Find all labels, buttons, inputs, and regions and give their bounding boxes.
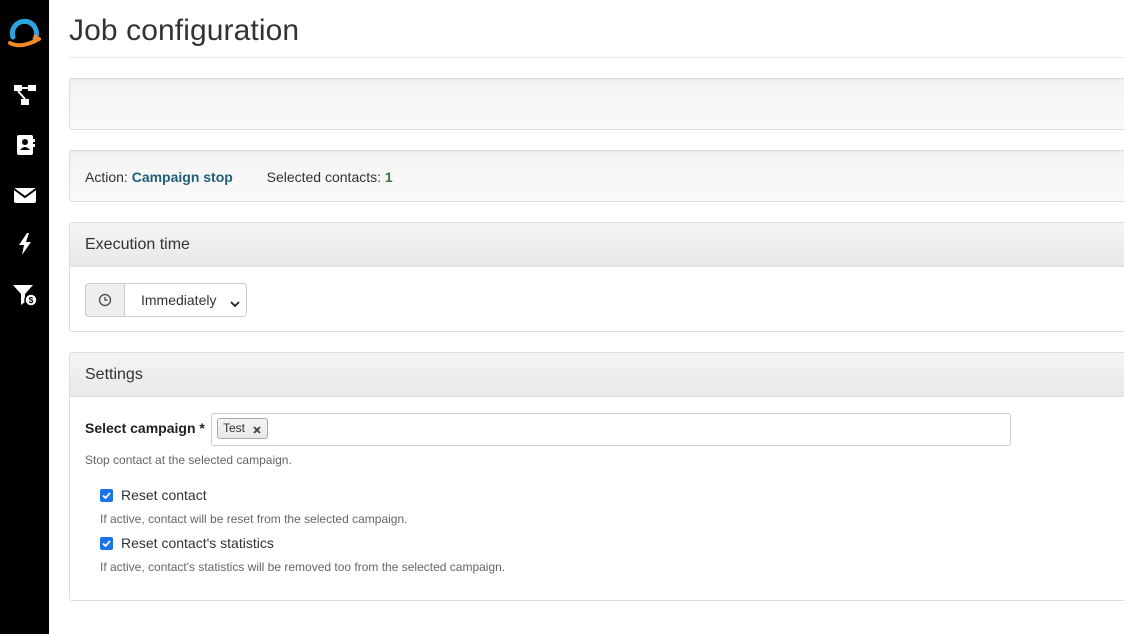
action-value: Campaign stop	[131, 169, 233, 185]
sidebar-item-contacts[interactable]	[0, 125, 49, 165]
page-title: Job configuration	[69, 14, 300, 47]
execution-time-heading: Execution time	[70, 223, 1124, 267]
campaign-tag-label: Test	[223, 421, 246, 435]
reset-stats-row: Reset contact's statistics	[100, 535, 274, 551]
title-divider	[69, 57, 1124, 58]
selected-contacts-label: Selected contacts:	[266, 169, 382, 185]
action-summary: Action: Campaign stop Selected contacts:…	[69, 150, 1124, 202]
sidebar-item-messages[interactable]	[0, 175, 49, 215]
execution-time-selected: Immediately	[141, 292, 217, 308]
settings-heading: Settings	[70, 353, 1124, 397]
contacts-icon	[12, 132, 38, 158]
campaign-help-text: Stop contact at the selected campaign.	[85, 453, 292, 467]
select-campaign-label: Select campaign *	[85, 420, 205, 436]
campaign-multiselect[interactable]: Test	[211, 413, 1011, 446]
reset-stats-checkbox[interactable]	[100, 536, 113, 550]
selected-contacts-count: 1	[384, 169, 393, 185]
reset-contact-help-text: If active, contact will be reset from th…	[100, 512, 408, 526]
funnel-dollar-icon: $	[12, 282, 38, 308]
sidebar-item-funnels[interactable]: $	[0, 275, 49, 315]
sidebar: $	[0, 0, 49, 634]
main-content: Job configuration Action: Campaign stop …	[69, 0, 1124, 634]
execution-time-input-group: Immediately	[85, 283, 247, 317]
reset-contact-checkbox[interactable]	[100, 488, 113, 502]
chevron-down-icon	[230, 296, 240, 308]
lightning-icon	[12, 231, 38, 257]
close-icon[interactable]	[251, 423, 263, 435]
reset-contact-label: Reset contact	[121, 487, 207, 503]
execution-time-panel: Execution time Immediately	[69, 222, 1124, 332]
action-label: Action:	[85, 169, 128, 185]
clock-icon	[85, 283, 125, 317]
loop-arrow-logo-icon[interactable]	[7, 17, 43, 53]
execution-time-select[interactable]: Immediately	[125, 283, 247, 317]
sidebar-item-flows[interactable]	[0, 75, 49, 115]
reset-stats-label: Reset contact's statistics	[121, 535, 274, 551]
empty-well	[69, 78, 1124, 130]
flow-chart-icon	[12, 82, 38, 108]
sidebar-item-triggers[interactable]	[0, 224, 49, 264]
svg-text:$: $	[28, 296, 33, 305]
campaign-tag: Test	[217, 418, 269, 439]
reset-stats-help-text: If active, contact's statistics will be …	[100, 560, 506, 574]
settings-panel: Settings Select campaign * Test Stop con…	[69, 352, 1124, 601]
envelope-icon	[12, 182, 38, 208]
reset-contact-row: Reset contact	[100, 487, 207, 503]
